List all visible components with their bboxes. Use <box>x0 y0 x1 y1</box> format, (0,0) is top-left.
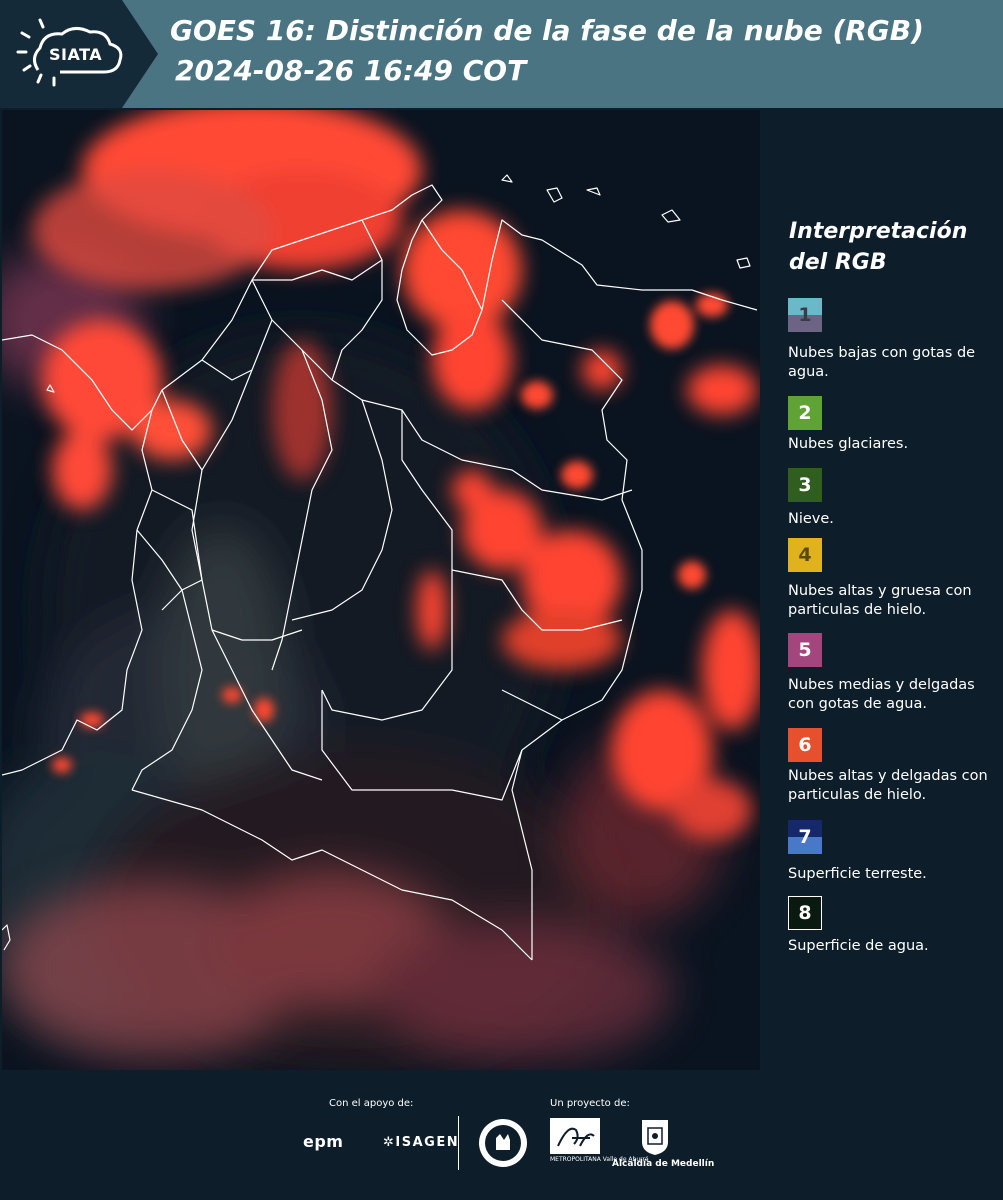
legend-swatch-number: 5 <box>798 639 812 661</box>
alcaldia-shield-icon <box>640 1118 670 1160</box>
legend-swatch-number: 6 <box>798 734 812 756</box>
footer: Con el apoyo de: Un proyecto de: epm ✲IS… <box>0 1070 1003 1200</box>
legend-swatch-number: 4 <box>798 544 812 566</box>
legend-title-line1: Interpretación <box>789 219 968 244</box>
legend-label-8: Superficie de agua. <box>788 938 929 954</box>
satellite-map <box>2 110 760 1070</box>
legend-swatch-6: 6 <box>788 728 822 762</box>
legend-swatch-number: 8 <box>798 902 812 924</box>
legend-panel: Interpretación del RGB 1 Nubes bajas con … <box>760 110 1003 1070</box>
legend-swatch-number: 3 <box>798 474 812 496</box>
legend-swatch-7: 7 <box>788 820 822 854</box>
footer-divider <box>458 1116 459 1170</box>
page-title: GOES 16: Distinción de la fase de la nub… <box>170 14 924 47</box>
legend-label-5: Nubes medias y delgadas con gotas de agu… <box>788 677 975 712</box>
legend-title: Interpretación del RGB <box>789 216 989 278</box>
legend-swatch-5: 5 <box>788 633 822 667</box>
legend-swatch-3: 3 <box>788 468 822 502</box>
legend-label-3: Nieve. <box>788 511 834 527</box>
medellin-seal-icon <box>478 1118 528 1168</box>
legend-swatch-8: 8 <box>788 896 822 930</box>
legend-swatch-1: 1 <box>788 298 822 332</box>
legend-title-line2: del RGB <box>789 250 887 275</box>
support-caption: Con el apoyo de: <box>329 1098 414 1109</box>
epm-logo: epm <box>303 1132 344 1151</box>
header-bar: SIATA GOES 16: Distinción de la fase de … <box>0 0 1003 108</box>
project-caption: Un proyecto de: <box>550 1098 630 1109</box>
siata-logo: SIATA <box>0 0 158 108</box>
legend-label-6: Nubes altas y delgadas con particulas de… <box>788 768 988 803</box>
isagen-logo: ✲ISAGEN <box>383 1135 459 1150</box>
isagen-icon: ✲ <box>383 1135 396 1150</box>
siata-logo-text: SIATA <box>49 45 103 64</box>
legend-label-2: Nubes glaciares. <box>788 436 909 452</box>
legend-label-7: Superficie terreste. <box>788 866 927 882</box>
legend-swatch-number: 2 <box>798 402 812 424</box>
isagen-text: ISAGEN <box>395 1135 460 1150</box>
legend-label-1: Nubes bajas con gotas de agua. <box>788 345 976 380</box>
page-timestamp: 2024-08-26 16:49 COT <box>175 54 527 87</box>
legend-swatch-4: 4 <box>788 538 822 572</box>
alcaldia-label: Alcaldía de Medellín <box>612 1159 715 1169</box>
legend-swatch-number: 1 <box>798 304 812 326</box>
legend-swatch-number: 7 <box>798 826 812 848</box>
legend-swatch-2: 2 <box>788 396 822 430</box>
legend-label-4: Nubes altas y gruesa con particulas de h… <box>788 583 972 618</box>
